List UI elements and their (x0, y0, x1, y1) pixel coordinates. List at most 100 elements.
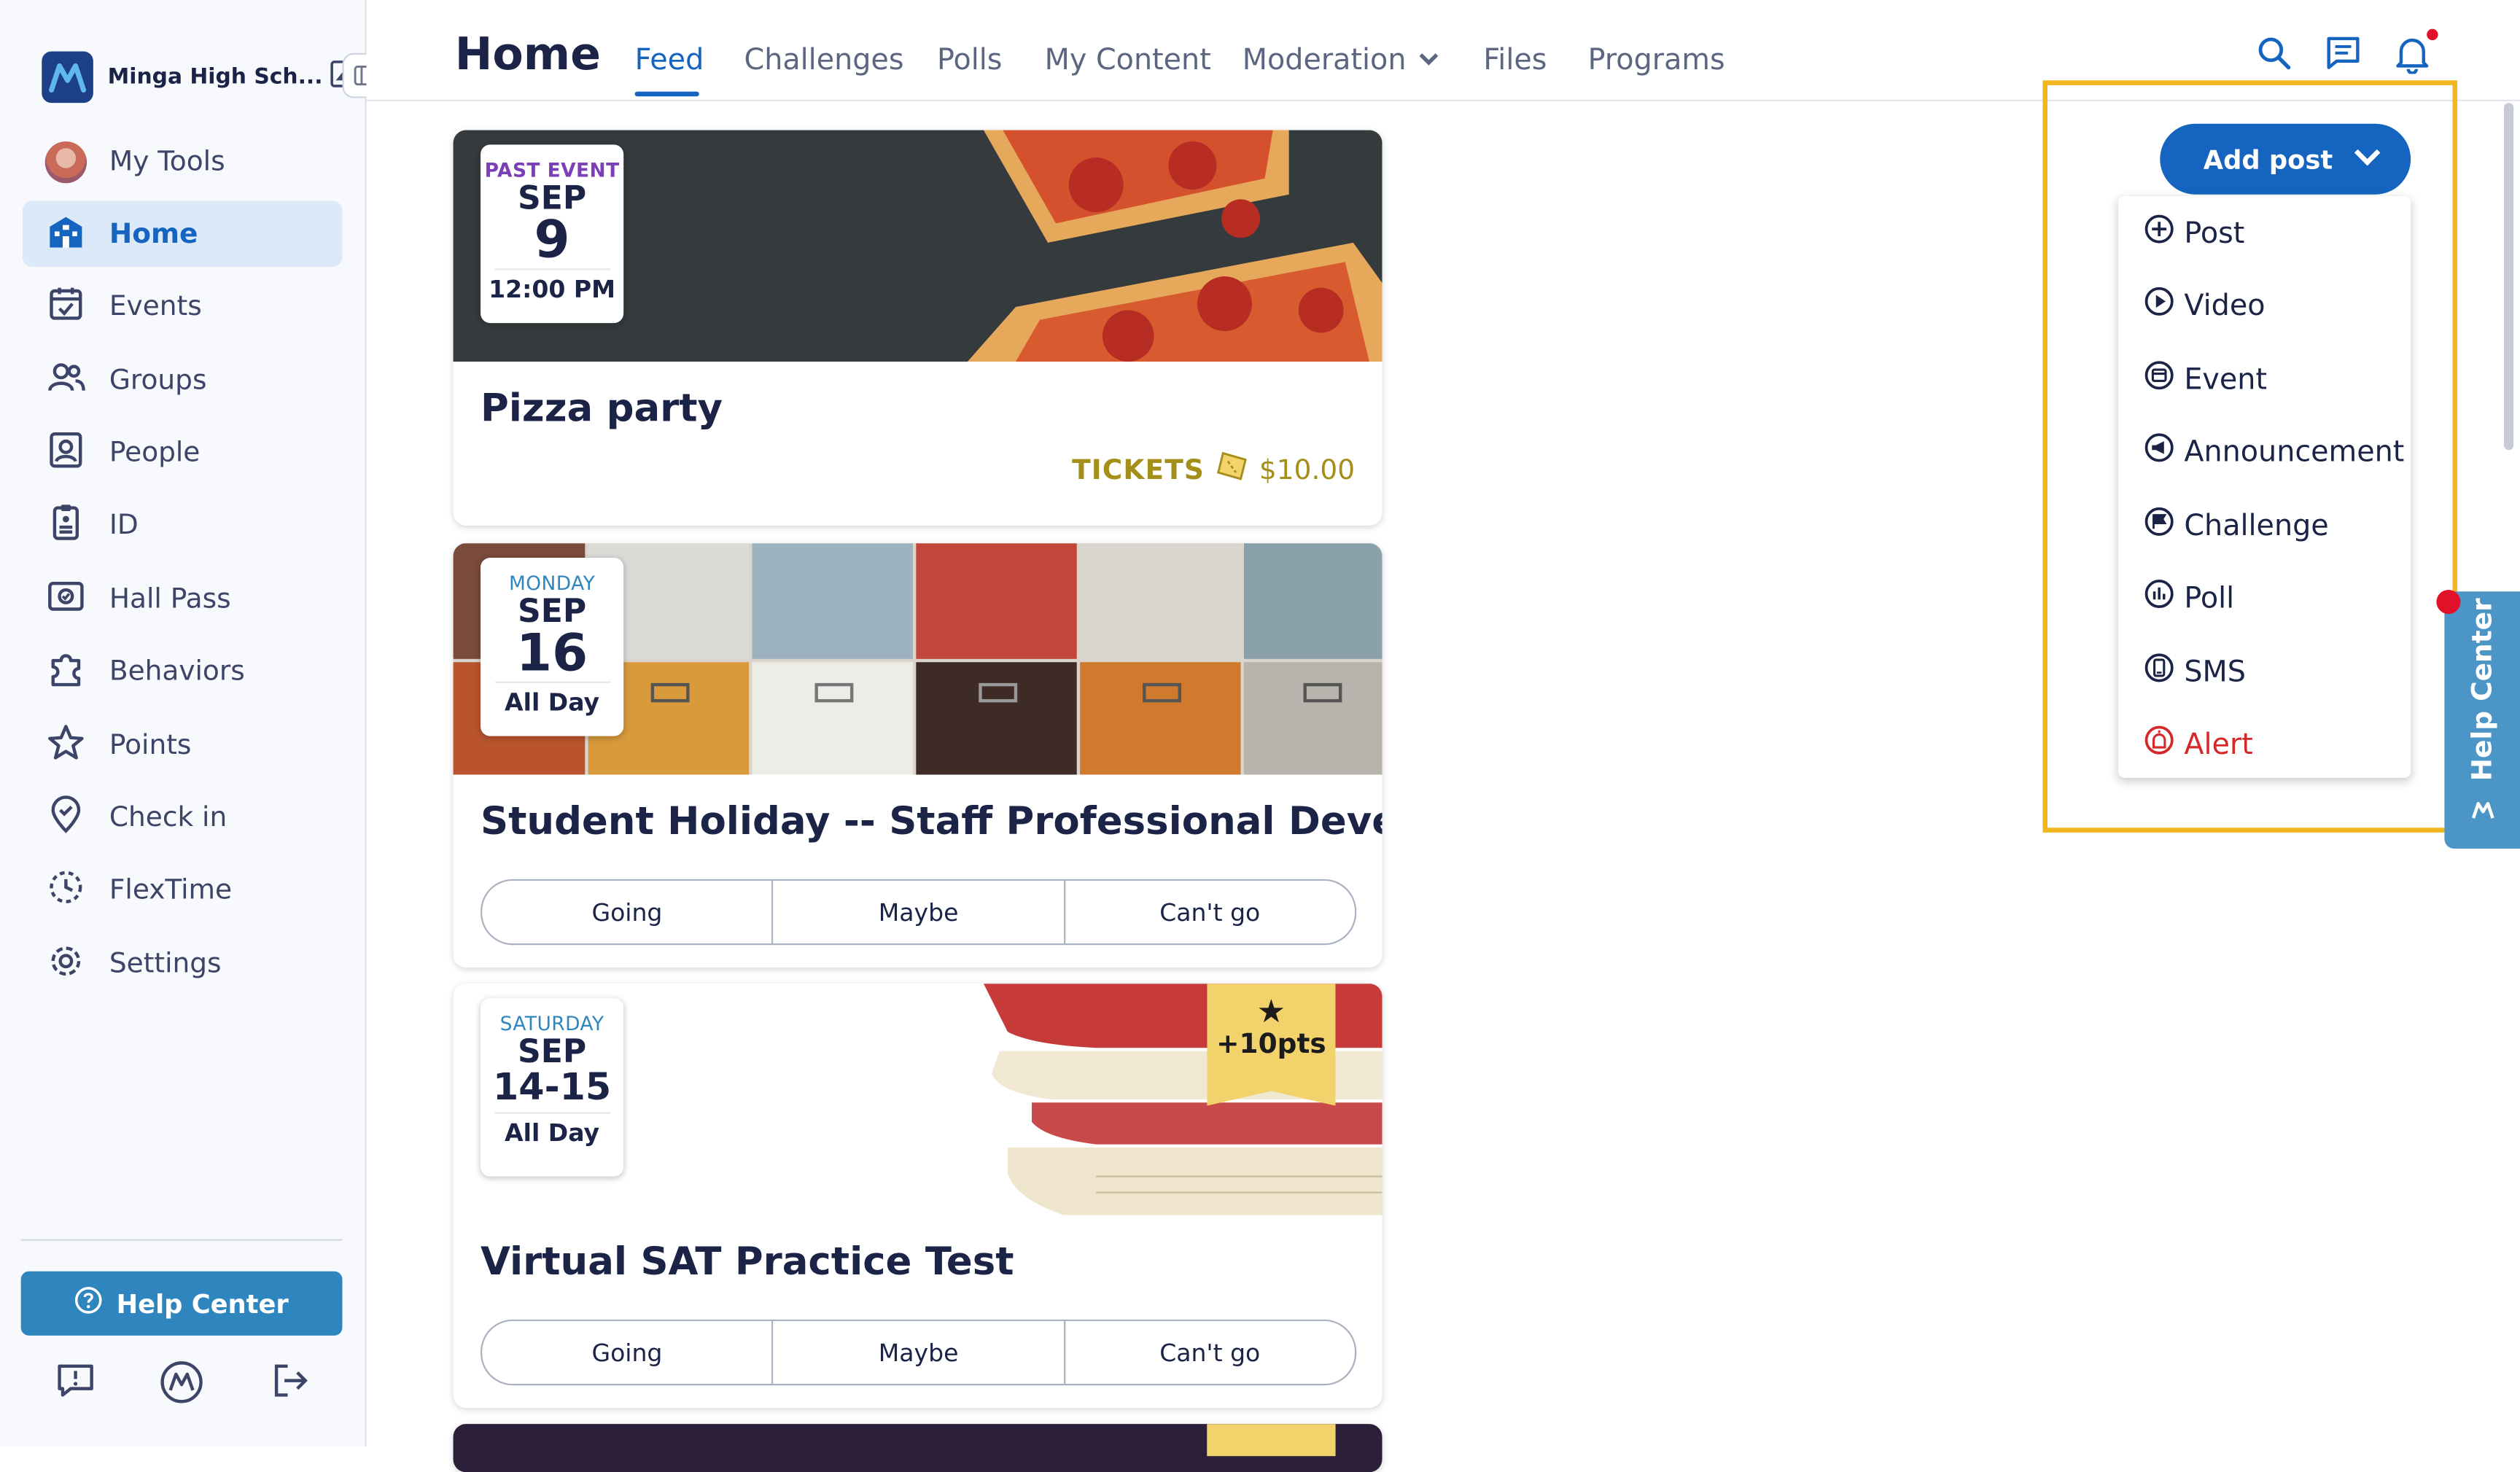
tab-files[interactable]: Files (1483, 44, 1547, 77)
sidebar-item-label: FlexTime (109, 875, 233, 908)
sidebar-item-label: Behaviors (109, 655, 245, 689)
menu-item-video[interactable]: Video (2144, 286, 2266, 324)
menu-item-label: Alert (2184, 727, 2253, 761)
sidebar-item-label: Home (109, 218, 198, 251)
event-card[interactable]: MONDAY SEP 16 All Day Student Holiday --… (453, 543, 1382, 968)
maybe-button[interactable]: Maybe (771, 1321, 1064, 1385)
add-post-button[interactable]: Add post (2160, 123, 2411, 195)
star-icon (45, 721, 87, 769)
event-title[interactable]: Student Holiday -- Staff Professional De… (481, 799, 1382, 844)
scrollbar-thumb[interactable] (2503, 103, 2514, 451)
calendar-circle-icon (2144, 360, 2174, 399)
event-card[interactable]: PAST EVENT SEP 9 12:00 PM Pizza party TI… (453, 130, 1382, 526)
school-switcher[interactable]: Minga High Sch... (42, 51, 358, 104)
sidebar-item-home[interactable]: Home (22, 201, 343, 268)
people-icon (45, 429, 87, 478)
sidebar-nav: My Tools Home Events Groups People ID Ha… (22, 128, 343, 1004)
maybe-button[interactable]: Maybe (771, 881, 1064, 944)
menu-item-poll[interactable]: Poll (2144, 579, 2234, 618)
tab-polls[interactable]: Polls (937, 44, 1003, 77)
event-card[interactable] (453, 1424, 1382, 1472)
sidebar-divider (20, 1239, 343, 1241)
sidebar-item-label: People (109, 437, 201, 470)
event-month: SEP (517, 1032, 587, 1071)
notification-badge (2427, 28, 2438, 41)
check-in-icon (45, 794, 87, 842)
bell-icon[interactable] (2395, 35, 2430, 80)
points-label: +10pts (1216, 1028, 1326, 1061)
sidebar-item-my-tools[interactable]: My Tools (23, 128, 343, 194)
going-button[interactable]: Going (482, 881, 771, 943)
add-post-menu: Post Video Event Announcement Challenge … (2118, 195, 2411, 778)
sidebar-item-people[interactable]: People (23, 421, 343, 486)
help-center-button[interactable]: Help Center (20, 1271, 343, 1336)
chart-circle-icon (2144, 579, 2174, 618)
sidebar-item-label: Settings (109, 948, 222, 981)
cant-go-button[interactable]: Can't go (1063, 881, 1355, 944)
flextime-icon (45, 867, 87, 915)
help-notification-dot (2436, 590, 2461, 615)
tab-label: Moderation (1242, 43, 1407, 77)
menu-item-label: Video (2184, 288, 2266, 322)
alert-circle-icon (2144, 725, 2174, 763)
tab-moderation[interactable]: Moderation (1242, 44, 1442, 77)
help-center-tab[interactable]: Help Center (2444, 591, 2520, 849)
event-title[interactable]: Pizza party (481, 386, 723, 431)
sidebar-item-settings[interactable]: Settings (23, 931, 343, 997)
avatar (44, 140, 88, 183)
sidebar-item-label: Groups (109, 364, 207, 397)
id-icon (45, 502, 87, 550)
going-button[interactable]: Going (482, 1321, 771, 1384)
tab-challenges[interactable]: Challenges (744, 44, 903, 77)
groups-icon (45, 357, 87, 405)
help-center-label: Help Center (116, 1288, 289, 1319)
page-title: Home (454, 27, 601, 81)
menu-item-alert[interactable]: Alert (2144, 725, 2253, 763)
sidebar-item-label: Hall Pass (109, 583, 231, 615)
menu-item-label: Post (2184, 216, 2245, 250)
tab-programs[interactable]: Programs (1588, 44, 1725, 77)
tab-feed[interactable]: Feed (635, 44, 704, 77)
sidebar-item-groups[interactable]: Groups (23, 348, 343, 413)
sidebar-item-check-in[interactable]: Check in (23, 785, 343, 851)
sidebar-item-events[interactable]: Events (23, 274, 343, 340)
tab-my-content[interactable]: My Content (1045, 44, 1211, 77)
event-tickets: TICKETS $10.00 (1072, 448, 1355, 492)
sidebar-item-behaviors[interactable]: Behaviors (23, 639, 343, 705)
sidebar-item-label: Events (109, 291, 202, 324)
minga-icon (2470, 797, 2496, 829)
menu-item-label: Announcement (2184, 435, 2405, 469)
menu-item-challenge[interactable]: Challenge (2144, 506, 2329, 545)
sidebar-item-label: Check in (109, 802, 228, 835)
feedback-icon[interactable] (55, 1360, 96, 1408)
rsvp-group: Going Maybe Can't go (481, 1319, 1357, 1386)
home-icon (45, 211, 87, 259)
messages-icon[interactable] (2325, 35, 2360, 77)
sidebar-item-hall-pass[interactable]: Hall Pass (23, 566, 343, 632)
event-title[interactable]: Virtual SAT Practice Test (481, 1239, 1014, 1285)
sidebar-item-label: ID (109, 510, 139, 542)
chevron-down-icon (1415, 44, 1441, 77)
cant-go-button[interactable]: Can't go (1063, 1321, 1355, 1385)
menu-item-announcement[interactable]: Announcement (2144, 432, 2404, 471)
menu-item-post[interactable]: Post (2144, 214, 2244, 252)
sidebar-item-flextime[interactable]: FlexTime (23, 858, 343, 924)
event-date-badge: SATURDAY SEP 14-15 All Day (481, 997, 624, 1177)
menu-item-label: Challenge (2184, 508, 2329, 542)
menu-item-label: SMS (2184, 655, 2246, 689)
menu-item-sms[interactable]: SMS (2144, 653, 2246, 691)
points-ribbon: ★ +10pts (1207, 984, 1336, 1106)
minga-icon[interactable] (159, 1360, 204, 1411)
tab-active-indicator (634, 91, 699, 97)
event-date-badge: MONDAY SEP 16 All Day (481, 557, 624, 736)
behaviors-icon (45, 648, 87, 696)
sidebar-item-id[interactable]: ID (23, 494, 343, 559)
event-card[interactable]: ★ +10pts SATURDAY SEP 14-15 All Day Virt… (453, 984, 1382, 1409)
menu-item-event[interactable]: Event (2144, 360, 2267, 399)
event-time: All Day (505, 688, 600, 717)
logout-icon[interactable] (270, 1360, 311, 1408)
search-icon[interactable] (2257, 35, 2292, 77)
sidebar-item-points[interactable]: Points (23, 712, 343, 778)
event-date-badge: PAST EVENT SEP 9 12:00 PM (481, 144, 624, 324)
question-icon (74, 1286, 104, 1321)
